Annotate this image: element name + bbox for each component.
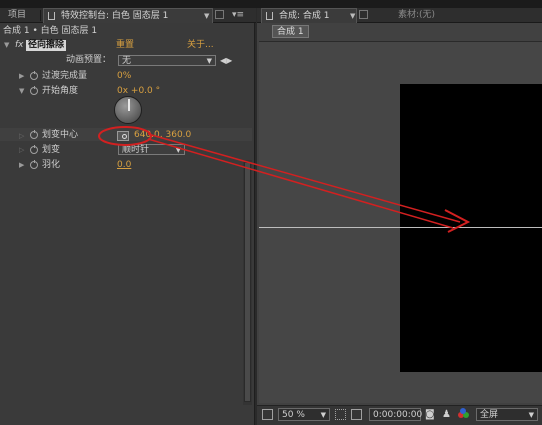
effect-name[interactable]: 径向擦除	[26, 40, 67, 51]
preset-prev-next-icon[interactable]: ◀▶	[220, 55, 232, 66]
about-link[interactable]: 关于...	[187, 40, 214, 51]
always-preview-icon[interactable]	[262, 409, 273, 420]
region-of-interest-icon[interactable]	[335, 409, 346, 420]
chevron-down-icon: ▼	[528, 411, 534, 419]
lock-icon[interactable]	[266, 12, 273, 20]
resolution-value: 全屏	[480, 410, 499, 420]
fx-badge[interactable]: fx	[15, 40, 25, 51]
timecode-display[interactable]: 0:00:00:00	[369, 408, 422, 421]
lock-icon[interactable]	[48, 12, 55, 20]
comp-canvas[interactable]	[400, 84, 542, 372]
disclosure-triangle-icon: ▷	[19, 132, 25, 140]
disclosure-triangle-icon[interactable]: ▶	[19, 72, 24, 80]
wipe-direction-dropdown[interactable]: 顺时针 ▼	[118, 144, 185, 155]
camera-icon[interactable]: ◙	[425, 408, 435, 421]
wipe-direction-value: 顺时针	[122, 145, 150, 155]
wipe-label: 划变	[42, 145, 61, 155]
tab-separator	[40, 10, 41, 21]
tab-effect-controls-label: 特效控制台: 白色 固态层 1	[61, 11, 169, 21]
tab-footage[interactable]: 素材:(无)	[393, 8, 440, 23]
tab-dropdown-icon[interactable]: ▼	[350, 9, 355, 24]
panel-menu-icon[interactable]: ▾≡	[232, 10, 244, 20]
stopwatch-icon[interactable]	[30, 130, 38, 139]
point-control-icon[interactable]	[117, 131, 129, 141]
feather-label: 羽化	[42, 160, 61, 170]
disclosure-triangle-icon[interactable]: ▼	[4, 41, 9, 49]
effect-controls-panel	[0, 23, 255, 425]
chevron-down-icon: ▼	[206, 57, 212, 65]
tab-project[interactable]: 项目	[3, 8, 31, 23]
reset-link[interactable]: 重置	[116, 40, 134, 51]
wipe-center-label: 划变中心	[42, 130, 79, 140]
right-tab-bar: 合成: 合成 1 ▼ 素材:(无)	[257, 8, 542, 23]
white-solid-edge-line	[259, 227, 542, 228]
disclosure-triangle-icon[interactable]: ▼	[19, 87, 24, 95]
comp-flowchart-button[interactable]: 合成 1	[272, 25, 309, 38]
resolution-dropdown[interactable]: 全屏 ▼	[476, 408, 538, 421]
breadcrumb: 合成 1 • 白色 固态层 1	[3, 26, 98, 36]
start-angle-label: 开始角度	[42, 86, 79, 96]
top-strip	[0, 0, 542, 8]
scrollbar-thumb[interactable]	[244, 162, 251, 402]
tab-effect-controls[interactable]: 特效控制台: 白色 固态层 1 ▼	[43, 8, 213, 23]
left-tab-bar: 项目 特效控制台: 白色 固态层 1 ▼ ▾≡	[0, 8, 256, 23]
animation-preset-value: 无	[122, 56, 132, 66]
disclosure-triangle-icon[interactable]: ▶	[19, 161, 24, 169]
start-angle-value[interactable]: 0x +0.0 °	[117, 85, 160, 97]
angle-dial-indicator	[128, 99, 130, 111]
stopwatch-icon[interactable]	[30, 160, 38, 169]
tab-dropdown-icon[interactable]: ▼	[204, 9, 209, 24]
transition-completion-label: 过渡完成量	[42, 71, 88, 81]
animation-preset-label: 动画预置：	[66, 55, 112, 65]
chevron-down-icon: ▼	[320, 411, 326, 419]
animation-preset-dropdown[interactable]: 无 ▼	[118, 55, 216, 66]
chevron-down-icon: ▼	[175, 146, 181, 154]
show-snapshot-icon[interactable]: ♟	[442, 408, 451, 421]
stopwatch-icon[interactable]	[30, 71, 38, 80]
stopwatch-icon[interactable]	[30, 86, 38, 95]
wipe-center-value[interactable]: 640.0, 360.0	[134, 129, 191, 141]
disclosure-triangle-icon: ▷	[19, 146, 25, 154]
transition-completion-value[interactable]: 0%	[117, 70, 131, 82]
zoom-dropdown[interactable]: 50 % ▼	[278, 408, 330, 421]
feather-value[interactable]: 0.0	[117, 159, 131, 171]
color-channels-icon[interactable]	[458, 408, 470, 420]
stopwatch-icon[interactable]	[30, 145, 38, 154]
tab-composition[interactable]: 合成: 合成 1 ▼	[261, 8, 357, 23]
close-icon[interactable]	[215, 10, 224, 19]
zoom-value: 50 %	[282, 410, 305, 420]
close-icon[interactable]	[359, 10, 368, 19]
grid-icon[interactable]	[351, 409, 362, 420]
tab-composition-label: 合成: 合成 1	[279, 11, 330, 21]
